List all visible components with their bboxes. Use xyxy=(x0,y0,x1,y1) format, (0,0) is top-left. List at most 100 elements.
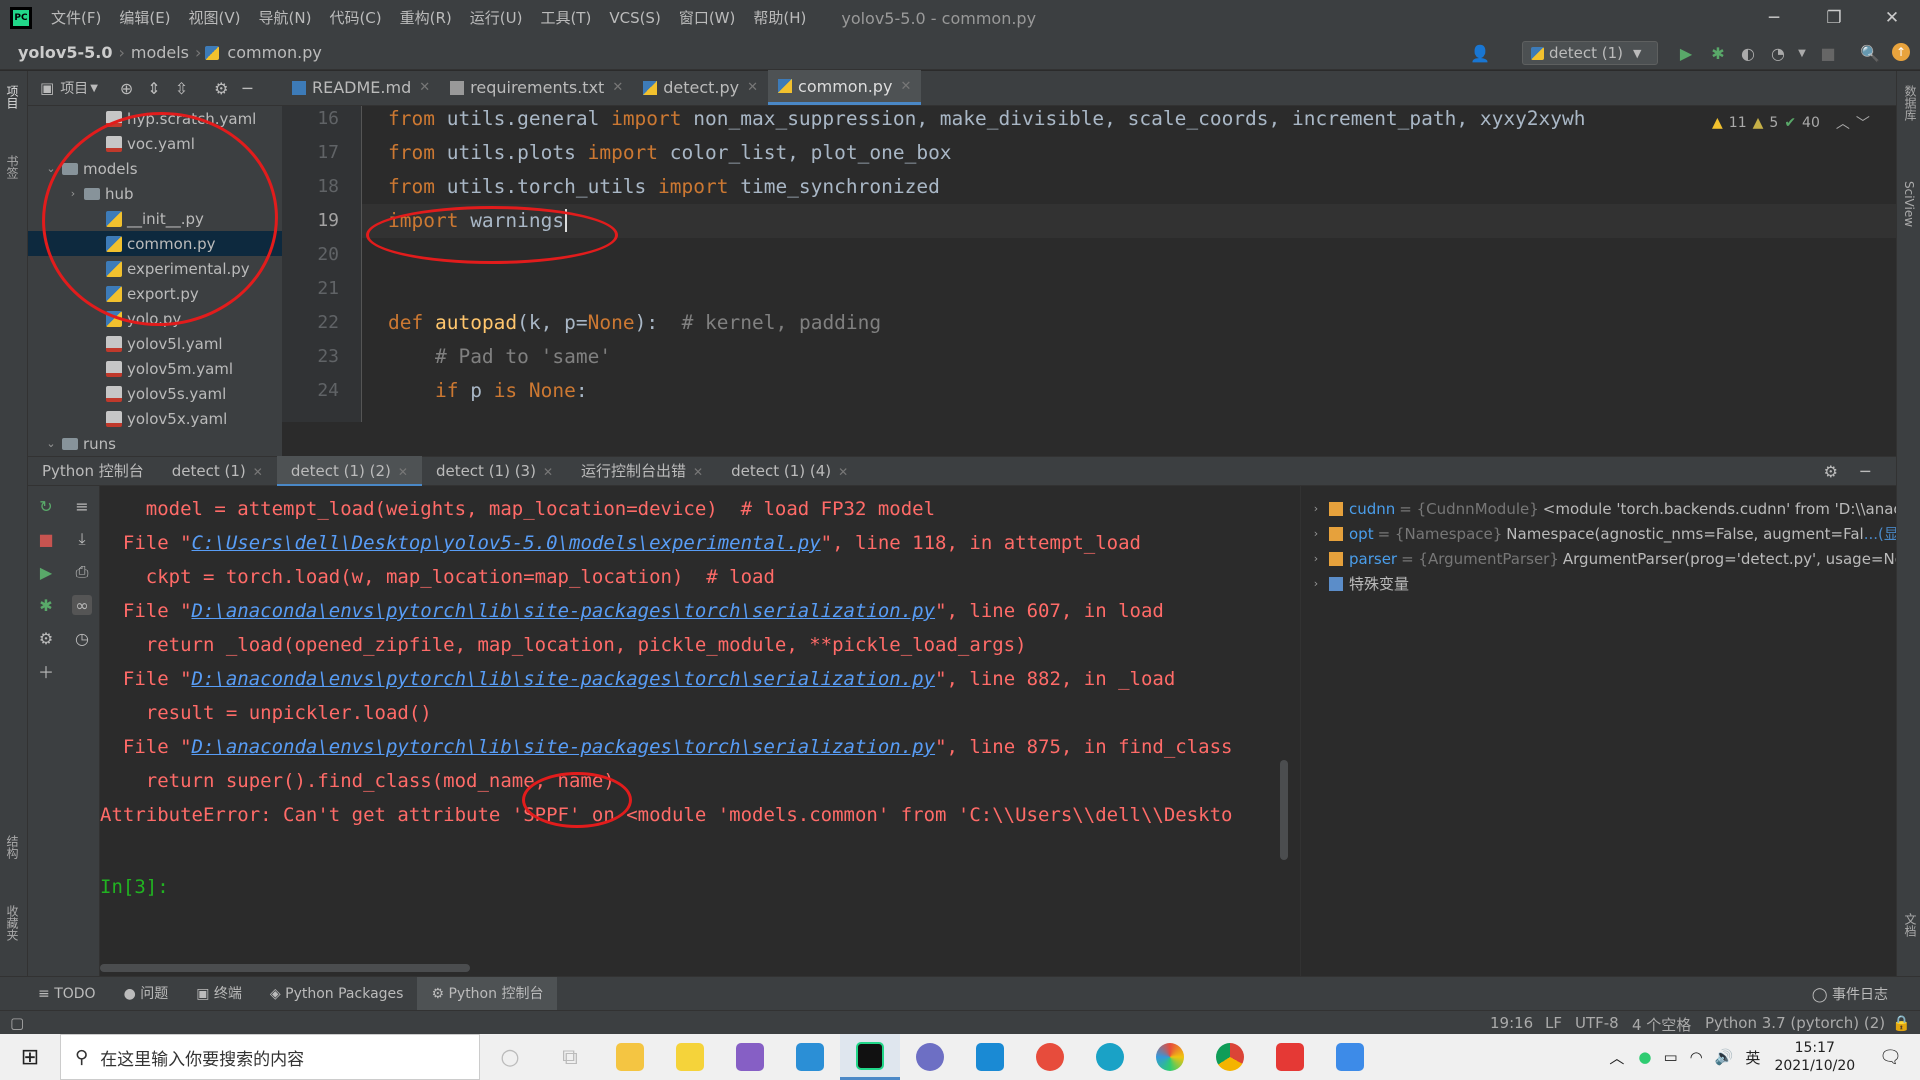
chevron-right-icon[interactable]: › xyxy=(1309,502,1323,515)
menu-item[interactable]: 窗口(W) xyxy=(670,0,745,36)
bottom-tab[interactable]: ≡ TODO xyxy=(24,977,110,1011)
code-editor[interactable]: from utils.general import non_max_suppre… xyxy=(362,106,1896,422)
python-interpreter[interactable]: Python 3.7 (pytorch) (2) xyxy=(1705,1014,1885,1032)
console-prompt[interactable]: In[3]: xyxy=(100,870,169,904)
profile-icon[interactable]: ◔ xyxy=(1768,43,1788,63)
taskbar-search-input[interactable]: ⚲ 在这里输入你要搜索的内容 xyxy=(60,1034,480,1080)
breadcrumb-file[interactable]: common.py xyxy=(223,43,325,62)
editor-tab[interactable]: README.md ✕ xyxy=(282,70,440,105)
volume-icon[interactable]: 🔊 xyxy=(1715,1048,1734,1066)
chevron-down-icon[interactable]: ▼ xyxy=(1792,43,1812,63)
collapse-all-icon[interactable]: ⇳ xyxy=(175,79,188,98)
pycharm-taskbar-icon[interactable] xyxy=(840,1034,900,1080)
menu-item[interactable]: 工具(T) xyxy=(531,0,600,36)
file-link[interactable]: D:\anaconda\envs\pytorch\lib\site-packag… xyxy=(192,600,936,622)
soft-wrap-icon[interactable]: ≡ xyxy=(72,496,92,516)
code-line[interactable]: # Pad to 'same' xyxy=(388,340,611,374)
chevron-down-icon[interactable]: ▼ xyxy=(90,83,98,94)
wifi-icon[interactable]: ◠ xyxy=(1690,1048,1703,1066)
console-tab[interactable]: 运行控制台出错 ✕ xyxy=(567,456,717,486)
stop-icon[interactable]: ■ xyxy=(1818,43,1838,63)
console-tab[interactable]: detect (1) (3) ✕ xyxy=(422,456,567,486)
chevron-down-icon[interactable]: ⌄ xyxy=(44,437,58,450)
chevron-right-icon[interactable]: › xyxy=(66,187,80,200)
coverage-icon[interactable]: ◐ xyxy=(1738,43,1758,63)
file-explorer-icon[interactable] xyxy=(600,1034,660,1080)
edge-icon[interactable] xyxy=(1080,1034,1140,1080)
battery-icon[interactable]: ▭ xyxy=(1663,1048,1677,1066)
variable-row[interactable]: › cudnn = {CudnnModule} <module 'torch.back… xyxy=(1301,496,1896,521)
rerun-icon[interactable]: ↻ xyxy=(36,496,56,516)
file-encoding[interactable]: UTF-8 xyxy=(1575,1014,1619,1032)
chevron-right-icon[interactable]: › xyxy=(1309,577,1323,590)
close-icon[interactable]: ✕ xyxy=(838,465,848,479)
notification-icon[interactable]: 🗨 xyxy=(1879,1047,1902,1068)
menu-item[interactable]: 代码(C) xyxy=(320,0,390,36)
potplayer-icon[interactable] xyxy=(660,1034,720,1080)
file-link[interactable]: D:\anaconda\envs\pytorch\lib\site-packag… xyxy=(192,736,936,758)
chevron-down-icon[interactable]: ⌄ xyxy=(44,162,58,175)
chevron-right-icon[interactable]: › xyxy=(1309,552,1323,565)
variable-row[interactable]: › parser = {ArgumentParser} ArgumentParser(… xyxy=(1301,546,1896,571)
bottom-tab[interactable]: ◈ Python Packages xyxy=(256,977,418,1011)
chevron-down-icon[interactable]: ﹀ xyxy=(1856,113,1870,133)
wechat-icon[interactable]: ● xyxy=(1638,1048,1651,1066)
gear-icon[interactable]: ⚙ xyxy=(214,79,228,98)
bottom-tab[interactable]: ⚙ Python 控制台 xyxy=(417,976,558,1011)
lock-icon[interactable]: 🔒 xyxy=(1892,1014,1911,1032)
console-tab[interactable]: detect (1) ✕ xyxy=(158,456,277,486)
task-view-icon[interactable]: ⧉ xyxy=(540,1034,600,1080)
tree-item[interactable]: › hub xyxy=(28,181,282,206)
close-icon[interactable]: ✕ xyxy=(900,79,911,94)
locate-icon[interactable]: ⊕ xyxy=(120,79,133,98)
tree-item[interactable]: voc.yaml xyxy=(28,131,282,156)
menu-item[interactable]: 视图(V) xyxy=(180,0,250,36)
add-icon[interactable]: ＋ xyxy=(36,661,56,682)
console-tab[interactable]: Python 控制台 xyxy=(28,456,158,486)
clock[interactable]: 15:17 2021/10/20 xyxy=(1774,1039,1855,1075)
close-icon[interactable]: ✕ xyxy=(253,465,263,479)
debug-icon[interactable]: ✱ xyxy=(1708,43,1728,63)
console-output[interactable]: model = attempt_load(weights, map_locati… xyxy=(100,486,1290,976)
close-icon[interactable]: ✕ xyxy=(419,80,430,95)
code-line[interactable]: from utils.general import non_max_suppre… xyxy=(388,106,1586,136)
hide-icon[interactable]: ─ xyxy=(242,79,252,98)
inspection-widget[interactable]: ▲ 11 ▲ 5 ✔ 40 ︿ ﹀ xyxy=(1712,113,1870,133)
line-separator[interactable]: LF xyxy=(1545,1014,1562,1032)
app-icon[interactable] xyxy=(1320,1034,1380,1080)
tree-item[interactable]: ⌄ models xyxy=(28,156,282,181)
tree-item[interactable]: yolo.py xyxy=(28,306,282,331)
tree-item[interactable]: experimental.py xyxy=(28,256,282,281)
console-tab[interactable]: detect (1) (2) ✕ xyxy=(276,456,422,486)
file-link[interactable]: D:\anaconda\envs\pytorch\lib\site-packag… xyxy=(192,668,936,690)
variable-row[interactable]: › opt = {Namespace} Namespace(agnostic_nms=… xyxy=(1301,521,1896,546)
indent-setting[interactable]: 4 个空格 xyxy=(1632,1014,1691,1035)
tree-item[interactable]: yolov5m.yaml xyxy=(28,356,282,381)
project-tool-button[interactable]: 项目 xyxy=(4,85,21,109)
editor-tab[interactable]: detect.py ✕ xyxy=(633,70,768,105)
show-more-link[interactable]: ...(显示) xyxy=(1864,523,1896,544)
search-icon[interactable]: 🔍 xyxy=(1860,43,1880,63)
restore-icon[interactable]: ❐ xyxy=(1806,0,1862,36)
visual-studio-icon[interactable] xyxy=(720,1034,780,1080)
tree-item[interactable]: export.py xyxy=(28,281,282,306)
user-icon[interactable]: 👤 xyxy=(1470,43,1490,63)
editor-tab[interactable]: requirements.txt ✕ xyxy=(440,70,633,105)
close-icon[interactable]: ✕ xyxy=(747,80,758,95)
cortana-icon[interactable]: ○ xyxy=(480,1034,540,1080)
event-log-button[interactable]: ◯ 事件日志 xyxy=(1812,984,1888,1004)
menu-item[interactable]: VCS(S) xyxy=(600,0,669,36)
run-icon[interactable]: ▶ xyxy=(1676,43,1696,63)
show-variables-icon[interactable]: ∞ xyxy=(72,595,92,615)
code-line[interactable]: if p is None: xyxy=(388,374,588,408)
favorites-tool-button[interactable]: 收藏夹 xyxy=(4,905,21,941)
code-line[interactable]: from utils.torch_utils import time_synch… xyxy=(388,170,940,204)
scroll-to-end-icon[interactable]: ⤓ xyxy=(72,529,92,549)
database-tool-button[interactable]: 数据库 xyxy=(1902,85,1919,121)
menu-item[interactable]: 导航(N) xyxy=(250,0,321,36)
editor-tab[interactable]: common.py ✕ xyxy=(768,70,922,105)
caret-position[interactable]: 19:16 xyxy=(1490,1014,1533,1032)
close-icon[interactable]: ✕ xyxy=(1864,0,1920,36)
run-icon[interactable]: ▶ xyxy=(36,562,56,582)
tree-item[interactable]: ⌄ runs xyxy=(28,431,282,456)
